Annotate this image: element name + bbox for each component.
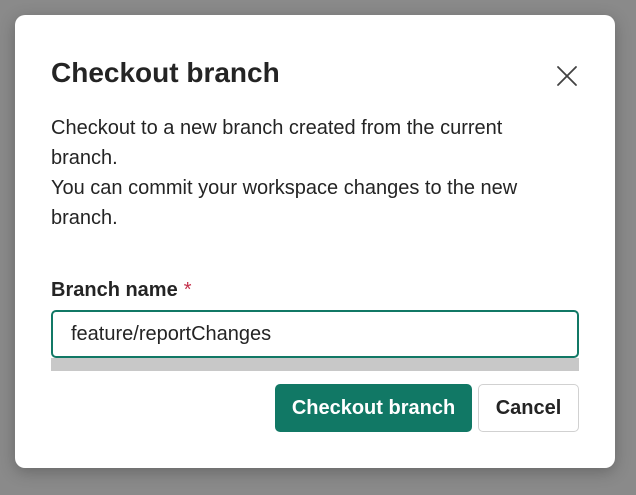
- close-button[interactable]: [553, 62, 581, 90]
- dialog-title: Checkout branch: [51, 57, 280, 88]
- branch-name-field[interactable]: [51, 310, 579, 358]
- dialog-description: Checkout to a new branch created from th…: [51, 113, 571, 233]
- cancel-button[interactable]: Cancel: [478, 384, 579, 432]
- branch-name-input[interactable]: [53, 312, 577, 356]
- description-line: You can commit your workspace changes to…: [51, 177, 518, 229]
- horizontal-scrollbar[interactable]: [51, 358, 579, 371]
- description-line: Checkout to a new branch created from th…: [51, 117, 503, 169]
- branch-name-label-text: Branch name: [51, 279, 178, 301]
- branch-name-label: Branch name *: [51, 277, 192, 303]
- checkout-branch-button[interactable]: Checkout branch: [275, 384, 472, 432]
- required-marker: *: [183, 279, 192, 301]
- close-icon: [557, 66, 577, 86]
- checkout-branch-dialog: Checkout branch Checkout to a new branch…: [15, 15, 615, 468]
